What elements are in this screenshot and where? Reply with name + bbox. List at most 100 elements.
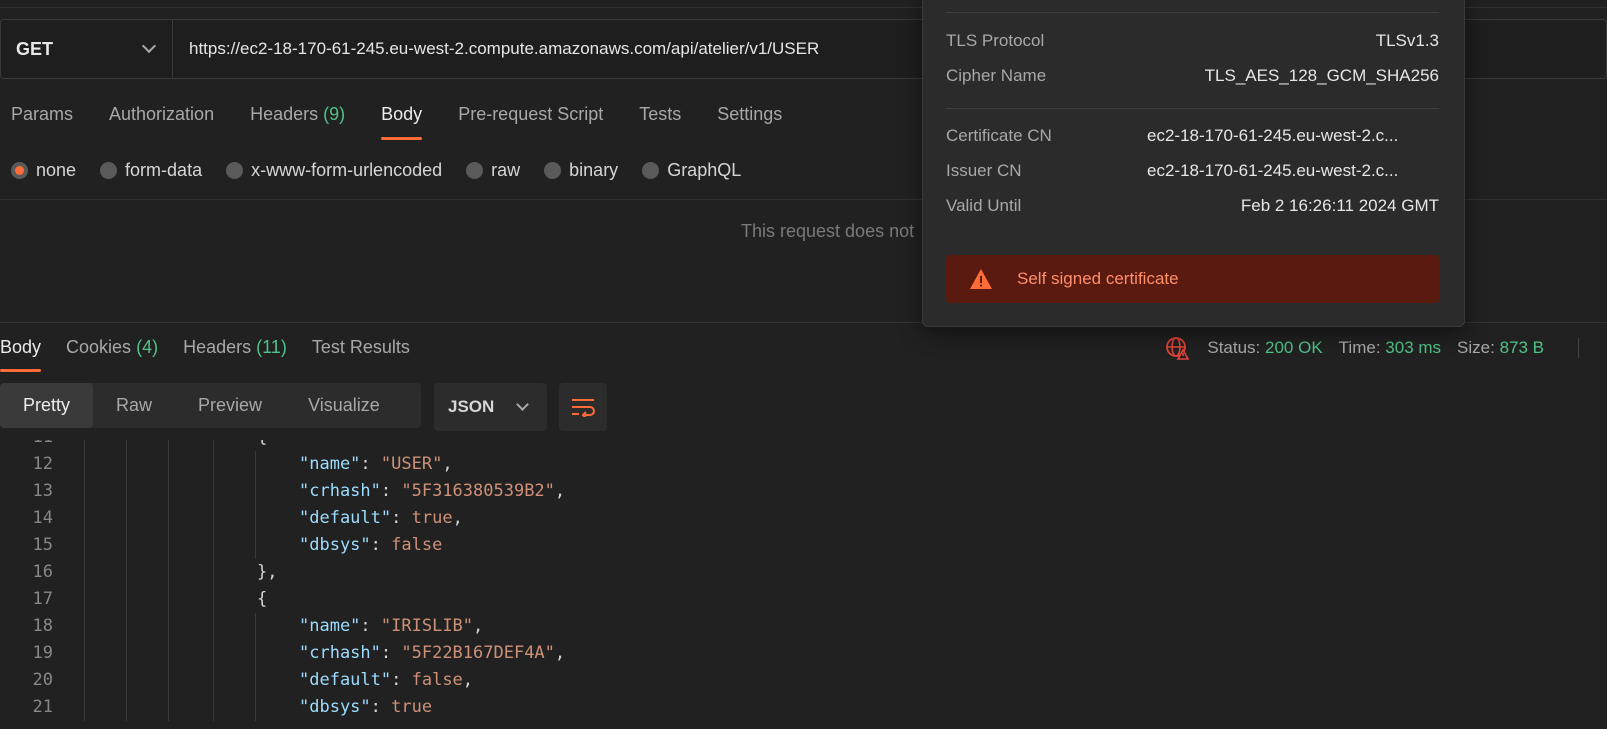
row-value: ec2-18-170-61-245.eu-west-2.c... [1147,126,1399,145]
indent-guide [213,532,214,559]
code-line: 20 "default": false, [0,667,1607,694]
tab-authorization[interactable]: Authorization [109,98,214,140]
indent-guide [213,559,214,586]
row-label: Issuer CN [946,161,1022,180]
tls-info-popover: TLS Protocol TLSv1.3 Cipher Name TLS_AES… [922,0,1465,327]
row-value: ec2-18-170-61-245.eu-west-2.c... [1147,161,1399,180]
json-key: "crhash" [299,643,381,663]
tab-tests[interactable]: Tests [639,98,681,140]
indent-guide [213,694,214,721]
indent-guide [84,694,85,721]
line-number: 16 [32,562,53,582]
indent-guide [168,451,169,478]
size-value: 873 B [1499,338,1544,357]
line-number: 11 [0,440,53,451]
indent-guide [255,451,256,478]
size-label: Size: [1457,338,1495,357]
json-key: "dbsys" [299,535,371,555]
indent-guide [255,478,256,505]
wrap-lines-icon [572,399,595,417]
indent-guide [126,451,127,478]
indent-guide [168,559,169,586]
tab-label: Headers [183,337,252,357]
json-value: false [391,535,443,555]
tab-label: Cookies [66,337,132,357]
radio-label: form-data [125,159,203,180]
code-text: "crhash": "5F316380539B2", [299,481,566,501]
code-text: { [257,440,267,451]
row-value: TLS_AES_128_GCM_SHA256 [1204,66,1439,85]
tab-response-headers[interactable]: Headers (11) [183,330,287,372]
url-input[interactable]: https://ec2-18-170-61-245.eu-west-2.comp… [173,20,819,78]
radio-selected-icon [11,161,28,179]
tab-pre-request-script[interactable]: Pre-request Script [458,98,603,140]
json-value: true [411,508,453,528]
radio-label: raw [491,159,521,180]
indent-guide [213,586,214,613]
radio-none[interactable]: none [11,160,76,181]
code-text: "default": true, [299,508,463,528]
radio-label: binary [569,159,619,180]
format-tabs: Pretty Raw Preview Visualize [0,383,421,428]
tab-cookies[interactable]: Cookies (4) [66,330,158,372]
code-line: 14 "default": true, [0,505,1607,532]
tab-body[interactable]: Body [381,98,423,140]
tab-params[interactable]: Params [11,98,73,140]
code-text: "dbsys": false [299,535,443,555]
code-text: "crhash": "5F22B167DEF4A", [299,643,566,663]
tab-label: Authorization [109,104,215,124]
response-body-code[interactable]: 11 {12 "name": "USER", 13 "crhash": "5F31638… [0,440,1607,729]
tab-headers[interactable]: Headers (9) [250,98,345,140]
code-line: 13 "crhash": "5F316380539B2", [0,478,1607,505]
row-label: Cipher Name [946,66,1047,85]
line-number: 17 [32,589,53,609]
tab-test-results[interactable]: Test Results [312,330,410,372]
chevron-down-icon [141,38,157,54]
radio-urlencoded[interactable]: x-www-form-urlencoded [226,160,442,181]
format-pretty[interactable]: Pretty [0,383,94,428]
format-preview[interactable]: Preview [175,383,285,428]
indent-guide [126,505,127,532]
line-number: 18 [32,616,53,636]
indent-guide [84,505,85,532]
wrap-lines-button[interactable] [559,383,607,431]
time-value: 303 ms [1385,338,1442,357]
indent-guide [84,613,85,640]
json-punct: , [554,643,566,663]
radio-icon [100,161,118,179]
status-code[interactable]: Status: 200 OK [1207,338,1322,358]
indent-guide [255,667,256,694]
indent-guide [255,694,256,721]
language-select[interactable]: JSON [434,383,547,431]
format-raw[interactable]: Raw [93,383,175,428]
json-key: "dbsys" [299,697,371,717]
tab-response-body[interactable]: Body [0,330,42,372]
json-value: false [411,670,463,690]
line-number: 20 [32,670,53,690]
json-key: "name" [299,616,361,636]
globe-warning-icon[interactable] [1165,336,1190,360]
method-label: GET [16,38,54,59]
radio-binary[interactable]: binary [544,160,618,181]
json-value: "USER" [380,454,443,474]
radio-graphql[interactable]: GraphQL [642,160,741,181]
response-tabs: Body Cookies (4) Headers (11) Test Resul… [0,330,435,372]
divider [946,12,1439,13]
response-size[interactable]: Size: 873 B [1457,338,1544,358]
format-visualize[interactable]: Visualize [285,383,403,428]
response-time[interactable]: Time: 303 ms [1339,338,1441,358]
tab-settings[interactable]: Settings [717,98,782,140]
radio-raw[interactable]: raw [466,160,520,181]
code-text: "dbsys": true [299,697,433,717]
row-label: TLS Protocol [946,31,1045,50]
indent-guide [213,505,214,532]
line-number: 15 [32,535,53,555]
certificate-cn-row: Certificate CN ec2-18-170-61-245.eu-west… [946,126,1439,152]
method-select[interactable]: GET [1,20,173,78]
indent-guide [213,440,214,451]
tab-label: Pre-request Script [458,104,604,124]
json-value: "IRISLIB" [380,616,474,636]
radio-form-data[interactable]: form-data [100,160,202,181]
tab-label: Body [0,337,42,357]
json-key: "crhash" [299,481,381,501]
